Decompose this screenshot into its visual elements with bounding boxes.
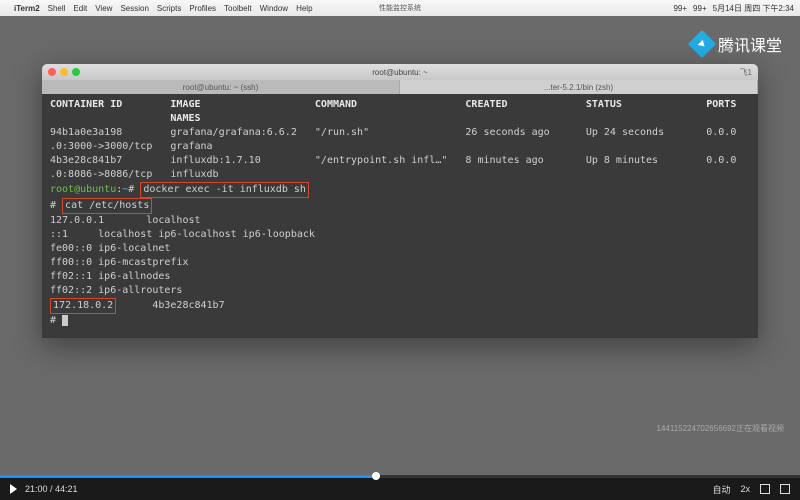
table-row: .0:3000->3000/tcp grafana	[50, 140, 750, 154]
menubar-status: 99+ 99+ 5月14日 周四 下午2:34	[673, 3, 794, 14]
table-header: NAMES	[50, 113, 201, 124]
app-name[interactable]: iTerm2	[14, 4, 40, 13]
prompt-line: # cat /etc/hosts	[50, 200, 152, 211]
hosts-line: ::1 localhost ip6-localhost ip6-loopback	[50, 228, 750, 242]
play-icon[interactable]	[10, 484, 17, 494]
maximize-icon[interactable]	[72, 68, 80, 76]
clock: 5月14日 周四 下午2:34	[713, 3, 794, 14]
viewer-count-text: 144115224702656692正在观看视频	[657, 423, 785, 434]
hosts-line: fe00::0 ip6-localnet	[50, 242, 750, 256]
progress-fill	[0, 475, 376, 478]
tab-zsh[interactable]: ...ter-5.2.1/bin (zsh)	[400, 80, 758, 94]
prompt-user: root@ubuntu	[50, 184, 116, 195]
fullscreen-icon[interactable]	[760, 484, 770, 494]
video-player-controls: 21:00 / 44:21 自动 2x	[0, 478, 800, 500]
macos-desktop: iTerm2 Shell Edit View Session Scripts P…	[0, 0, 800, 478]
table-header: CONTAINER ID IMAGE COMMAND CREATED STATU…	[50, 99, 736, 110]
iterm2-window: root@ubuntu: ~ 飞1 root@ubuntu: ~ (ssh) .…	[42, 64, 758, 338]
hosts-line: ff02::2 ip6-allrouters	[50, 284, 750, 298]
minimize-icon[interactable]	[60, 68, 68, 76]
quality-button[interactable]: 自动	[712, 483, 730, 496]
menu-item[interactable]: View	[95, 4, 112, 13]
prompt-line: root@ubuntu:~# docker exec -it influxdb …	[50, 184, 309, 195]
tencent-classroom-icon	[688, 30, 716, 58]
hosts-line: 172.18.0.2 4b3e28c841b7	[50, 300, 225, 311]
hosts-line: ff02::1 ip6-allnodes	[50, 270, 750, 284]
window-traffic-lights	[48, 68, 80, 76]
prompt-line: #	[50, 315, 68, 326]
hosts-line: ff00::0 ip6-mcastprefix	[50, 256, 750, 270]
menu-item[interactable]: Session	[120, 4, 148, 13]
terminal-tabs: root@ubuntu: ~ (ssh) ...ter-5.2.1/bin (z…	[42, 80, 758, 94]
menu-item[interactable]: Profiles	[189, 4, 216, 13]
window-titlebar[interactable]: root@ubuntu: ~ 飞1	[42, 64, 758, 80]
table-row: 4b3e28c841b7 influxdb:1.7.10 "/entrypoin…	[50, 154, 750, 168]
highlighted-command: docker exec -it influxdb sh	[140, 182, 309, 198]
menu-item[interactable]: Edit	[73, 4, 87, 13]
menu-item[interactable]: Help	[296, 4, 312, 13]
menu-item[interactable]: Toolbelt	[224, 4, 252, 13]
highlighted-ip: 172.18.0.2	[50, 298, 116, 314]
macos-menubar: iTerm2 Shell Edit View Session Scripts P…	[0, 0, 800, 16]
menu-item[interactable]: Shell	[48, 4, 66, 13]
window-title: root@ubuntu: ~	[372, 68, 428, 77]
tencent-classroom-watermark: 腾讯课堂	[692, 32, 782, 56]
menu-item[interactable]: Scripts	[157, 4, 181, 13]
settings-icon[interactable]	[780, 484, 790, 494]
window-corner-label: 飞1	[740, 67, 752, 78]
close-icon[interactable]	[48, 68, 56, 76]
status-badge: 99+	[673, 4, 687, 13]
browser-tab-title: 性能监控系统	[379, 3, 421, 13]
watermark-text: 腾讯课堂	[718, 32, 782, 56]
time-display: 21:00 / 44:21	[25, 484, 78, 494]
table-row: .0:8086->8086/tcp influxdb	[50, 168, 750, 182]
table-row: 94b1a0e3a198 grafana/grafana:6.6.2 "/run…	[50, 126, 750, 140]
tab-ssh[interactable]: root@ubuntu: ~ (ssh)	[42, 80, 400, 94]
highlighted-command: cat /etc/hosts	[62, 198, 152, 214]
speed-button[interactable]: 2x	[740, 484, 750, 494]
cursor	[62, 315, 68, 326]
terminal-output[interactable]: CONTAINER ID IMAGE COMMAND CREATED STATU…	[42, 94, 758, 338]
progress-track[interactable]	[0, 475, 800, 478]
hosts-line: 127.0.0.1 localhost	[50, 214, 750, 228]
menu-item[interactable]: Window	[260, 4, 288, 13]
status-badge: 99+	[693, 4, 707, 13]
